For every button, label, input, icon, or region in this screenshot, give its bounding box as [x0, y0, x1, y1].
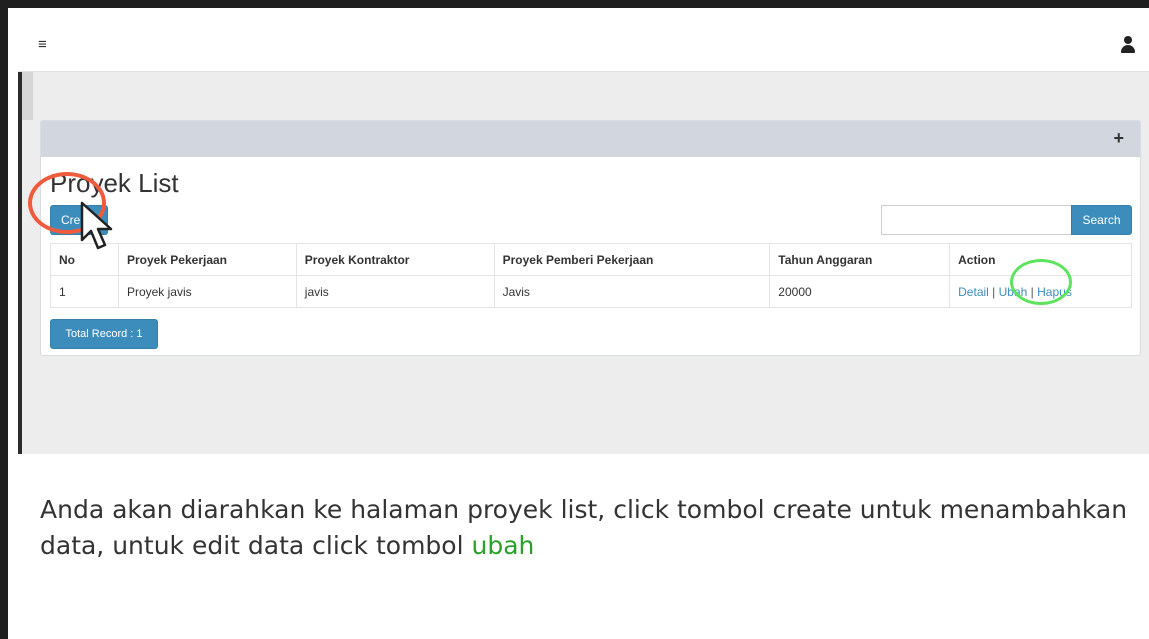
column-header-pekerjaan: Proyek Pekerjaan	[117, 243, 297, 276]
caption-highlight: ubah	[471, 531, 535, 560]
action-separator: |	[992, 284, 996, 299]
sidebar-strip	[22, 72, 33, 120]
plus-icon[interactable]: +	[1113, 129, 1124, 147]
tutorial-frame: ≡ + Proyek List Create Search No Proyek …	[8, 8, 1149, 639]
total-record-badge: Total Record : 1	[50, 319, 158, 349]
cell-tahun: 20000	[769, 275, 951, 308]
panel-header: +	[41, 121, 1140, 157]
cell-pekerjaan: Proyek javis	[117, 275, 297, 308]
tutorial-caption: Anda akan diarahkan ke halaman proyek li…	[40, 492, 1140, 564]
proyek-list-panel: + Proyek List Create Search No Proyek Pe…	[40, 120, 1141, 356]
cell-kontraktor: javis	[295, 275, 495, 308]
search-button[interactable]: Search	[1071, 205, 1132, 235]
caption-text: Anda akan diarahkan ke halaman proyek li…	[40, 495, 1128, 560]
search-input[interactable]	[881, 205, 1071, 235]
mouse-pointer-icon	[80, 201, 113, 250]
sidebar-edge	[18, 72, 22, 454]
column-header-pemberi: Proyek Pemberi Pekerjaan	[493, 243, 771, 276]
detail-link[interactable]: Detail	[958, 285, 989, 299]
cell-no: 1	[50, 275, 119, 308]
top-navbar: ≡	[18, 18, 1149, 72]
table-row: 1 Proyek javis javis Javis 20000 Detail …	[50, 275, 1132, 308]
ubah-highlight-ring	[1010, 259, 1072, 305]
column-header-kontraktor: Proyek Kontraktor	[295, 243, 495, 276]
app-screenshot: ≡ + Proyek List Create Search No Proyek …	[18, 18, 1149, 454]
table-header-row: No Proyek Pekerjaan Proyek Kontraktor Pr…	[50, 243, 1132, 276]
hamburger-icon[interactable]: ≡	[38, 37, 47, 52]
proyek-table: No Proyek Pekerjaan Proyek Kontraktor Pr…	[50, 243, 1132, 308]
cell-pemberi: Javis	[493, 275, 771, 308]
user-icon[interactable]	[1121, 36, 1135, 54]
column-header-tahun: Tahun Anggaran	[769, 243, 951, 276]
